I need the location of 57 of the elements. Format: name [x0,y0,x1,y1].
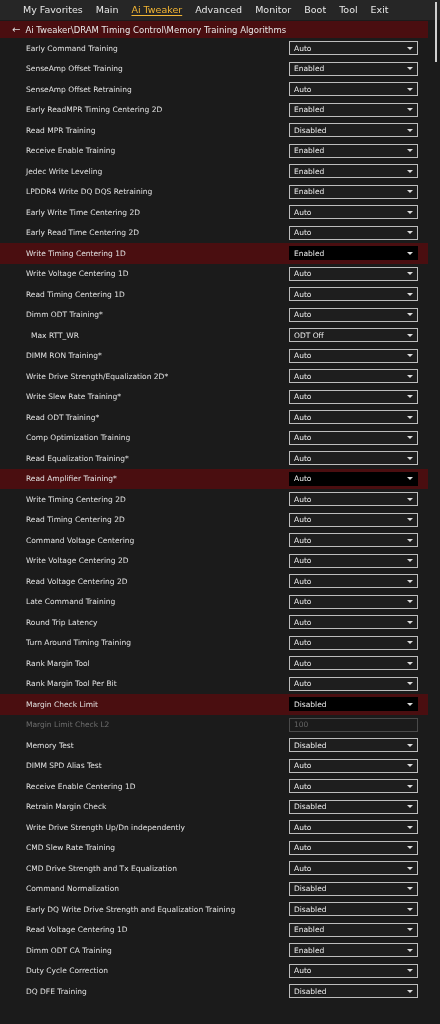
caret-icon [407,600,413,604]
caret-icon [407,333,413,337]
menu-tab[interactable]: My Favorites [18,0,88,20]
back-arrow[interactable]: ← [12,24,21,35]
caret-icon [407,415,413,419]
caret-icon [407,149,413,153]
caret-icon [407,559,413,563]
caret-icon [407,846,413,850]
caret-icon [407,764,413,768]
caret-icon [407,190,413,194]
caret-icon [407,395,413,399]
caret-icon [407,87,413,91]
breadcrumb-path: Ai Tweaker\DRAM Timing Control\Memory Training Algorithms [25,24,287,35]
caret-icon [407,436,413,440]
caret-icon [407,784,413,788]
caret-icon [407,456,413,460]
caret-icon [407,620,413,624]
caret-icon [407,354,413,358]
menu-tab[interactable]: Tool [334,0,363,20]
caret-icon [407,887,413,891]
caret-icon [407,231,413,235]
caret-icon [407,313,413,317]
caret-icon [407,907,413,911]
caret-icon [407,538,413,542]
scrollbar-thumb[interactable] [435,2,437,62]
caret-icon [407,128,413,132]
caret-icon [407,292,413,296]
caret-icon [407,969,413,973]
caret-icon [407,989,413,993]
caret-icon [407,108,413,112]
caret-icon [407,497,413,501]
caret-icon [407,374,413,378]
caret-icon [407,477,413,481]
caret-icon [407,661,413,665]
caret-icon [407,928,413,932]
caret-icon [407,702,413,706]
menu-tab[interactable]: Boot [299,0,332,20]
menu-tab[interactable]: Exit [365,0,394,20]
menu-tab[interactable]: Ai Tweaker [126,0,188,20]
caret-icon [407,805,413,809]
caret-icon [407,210,413,214]
caret-icon [407,251,413,255]
caret-icon [407,518,413,522]
caret-icon [407,682,413,686]
menu-tab[interactable]: Main [90,0,124,20]
caret-icon [407,641,413,645]
caret-icon [407,825,413,829]
caret-icon [407,46,413,50]
caret-icon [407,579,413,583]
menu-tab[interactable]: Monitor [250,0,297,20]
caret-icon [407,866,413,870]
caret-icon [407,948,413,952]
caret-icon [407,272,413,276]
caret-icon [407,67,413,71]
menu-tab[interactable]: Advanced [190,0,248,20]
caret-icon [407,169,413,173]
caret-icon [407,743,413,747]
